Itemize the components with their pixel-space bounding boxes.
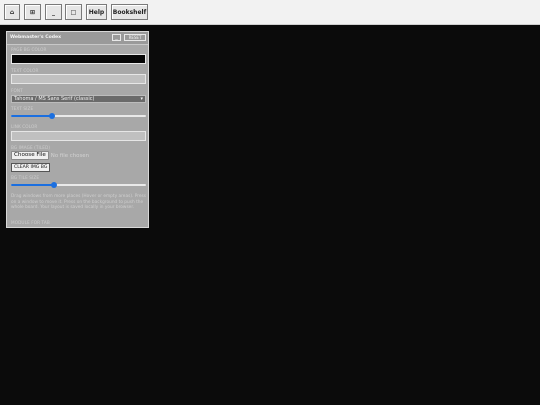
link-color-label: LINK COLOR: [11, 124, 38, 129]
bg-image-label: BG IMAGE (TILED): [11, 145, 51, 150]
text-color-input[interactable]: [11, 74, 146, 84]
bg-tile-size-label: BG TILE SIZE: [11, 175, 40, 180]
bg-image-file-input[interactable]: Choose File No file chosen: [11, 151, 89, 160]
minimize-all-button[interactable]: _: [45, 4, 62, 20]
page-bg-color-label: PAGE BG COLOR: [11, 47, 47, 52]
choose-file-button[interactable]: Choose File: [11, 151, 49, 160]
clear-img-bg-button[interactable]: CLEAR IMG BG: [11, 163, 51, 172]
slider-thumb[interactable]: [48, 113, 55, 119]
window-title: Webmaster's Codex: [10, 35, 62, 40]
font-select[interactable]: Tahoma / MS Sans Serif (classic) ▾: [11, 95, 146, 103]
page-bg-color-input[interactable]: [11, 54, 146, 64]
help-text: Drag windows from more places (Hover or …: [11, 194, 147, 211]
text-size-slider[interactable]: [11, 113, 146, 119]
bookshelf-button[interactable]: Bookshelf: [111, 4, 148, 20]
link-color-input[interactable]: [11, 131, 146, 141]
grid-button[interactable]: ⊞: [24, 4, 41, 20]
minimize-icon: _: [52, 8, 55, 16]
maximize-button[interactable]: □: [65, 4, 82, 20]
top-toolbar: ⌂ ⊞ _ □ Help Bookshelf: [0, 0, 540, 25]
text-size-label: TEXT SIZE: [11, 106, 34, 111]
no-file-text: No file chosen: [50, 152, 89, 159]
chevron-down-icon: ▾: [140, 96, 143, 102]
font-select-value: Tahoma / MS Sans Serif (classic): [14, 96, 95, 102]
font-label: FONT: [11, 88, 23, 93]
webmasters-codex-window[interactable]: Webmaster's Codex _ RESET PAGE BG COLOR …: [6, 31, 149, 228]
maximize-icon: □: [70, 8, 77, 16]
window-titlebar[interactable]: Webmaster's Codex _ RESET: [7, 32, 148, 45]
home-button[interactable]: ⌂: [4, 4, 20, 20]
help-button[interactable]: Help: [86, 4, 107, 20]
window-minimize-button[interactable]: _: [112, 34, 121, 41]
slider-fill: [11, 115, 52, 117]
home-icon: ⌂: [9, 8, 15, 16]
reset-button[interactable]: RESET: [124, 34, 146, 41]
slider-thumb[interactable]: [51, 182, 58, 188]
bg-tile-size-slider[interactable]: [11, 182, 146, 188]
grid-icon: ⊞: [29, 8, 36, 16]
text-color-label: TEXT COLOR: [11, 68, 39, 73]
slider-fill: [11, 184, 55, 186]
module-label: MODULE FOR TAB: [11, 220, 50, 225]
